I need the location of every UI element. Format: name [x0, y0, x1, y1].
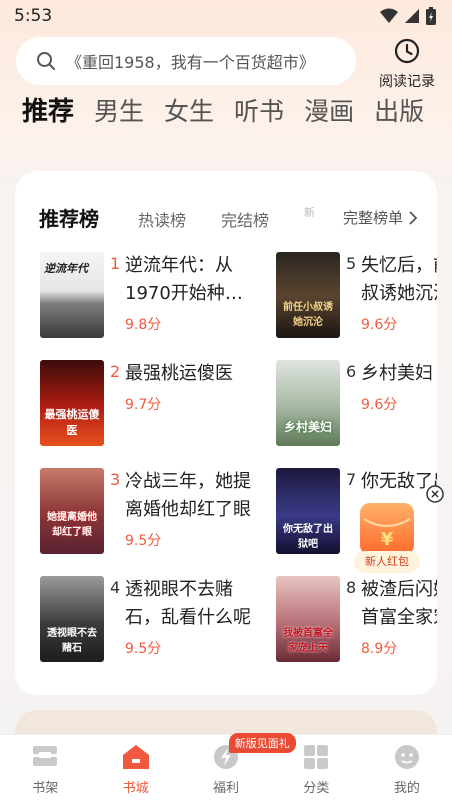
book-cover: 我被首富全家宠上天	[276, 576, 340, 662]
category-icon	[304, 745, 329, 769]
nav-label: 分类	[303, 781, 330, 796]
book-cover: 乡村美妇	[276, 360, 340, 446]
rank-tab-finished[interactable]: 完结榜	[221, 207, 269, 231]
rank-number: 4	[110, 578, 121, 597]
tab-female[interactable]: 女生	[164, 94, 214, 130]
rank-number: 8	[346, 578, 357, 597]
book-score: 8.9分	[361, 641, 398, 657]
book-item-8[interactable]: 我被首富全家宠上天 8 被渣后闪婚，被首富全家宠上天 8.9分	[276, 576, 437, 664]
search-placeholder: 《重回1958，我有一个百货超市》	[66, 53, 315, 72]
reading-history-label: 阅读记录	[379, 74, 435, 90]
book-item-4[interactable]: 透视眼不去赌石 4 透视眼不去赌石，乱看什么呢 9.5分	[40, 576, 251, 664]
rank-number: 2	[110, 362, 121, 381]
ranking-card: 推荐榜 热读榜 完结榜 新 完整榜单 逆流年代 1 逆流年代：从1970开始种田…	[15, 171, 437, 695]
cover-title: 前任小叔诱她沉沦	[283, 302, 333, 328]
book-title: 冷战三年，她提离婚他却红了眼	[125, 471, 251, 520]
tab-recommend[interactable]: 推荐	[22, 94, 74, 130]
status-icons	[380, 7, 436, 25]
search-icon	[37, 52, 55, 70]
rank-number: 3	[110, 470, 121, 489]
nav-label: 书架	[32, 781, 59, 796]
rank-tab-hot[interactable]: 热读榜	[138, 207, 186, 231]
nav-bookstore[interactable]: 书城	[90, 735, 180, 804]
nav-label: 福利	[213, 781, 240, 796]
tab-male[interactable]: 男生	[94, 94, 144, 130]
book-item-3[interactable]: 她提离婚他却红了眼 3 冷战三年，她提离婚他却红了眼 9.5分	[40, 468, 251, 556]
book-item-5[interactable]: 前任小叔诱她沉沦 5 失忆后，前任小叔诱她沉沦 9.6分	[276, 252, 437, 340]
book-title: 透视眼不去赌石，乱看什么呢	[125, 579, 251, 628]
nav-welfare[interactable]: 新版见面礼 福利	[181, 733, 296, 804]
reading-history-button[interactable]: 阅读记录	[374, 38, 440, 91]
tab-publishing[interactable]: 出版	[374, 94, 424, 130]
tab-comics[interactable]: 漫画	[304, 94, 354, 130]
book-score: 9.7分	[125, 397, 162, 413]
bookstore-icon	[122, 745, 149, 769]
rank-tab-recommend[interactable]: 推荐榜	[39, 203, 107, 234]
cover-title: 逆流年代	[44, 262, 88, 275]
rank-number: 5	[346, 254, 357, 273]
new-user-redpack[interactable]: ¥ 新人红包	[354, 485, 444, 577]
full-rank-link[interactable]: 完整榜单	[343, 207, 417, 228]
search-input[interactable]: 《重回1958，我有一个百货超市》	[16, 37, 356, 85]
book-item-2[interactable]: 最强桃运傻医 2 最强桃运傻医 9.7分	[40, 360, 240, 448]
nav-label: 我的	[393, 781, 420, 796]
book-title: 最强桃运傻医	[125, 363, 233, 384]
battery-icon	[426, 7, 436, 25]
nav-profile[interactable]: 我的	[362, 735, 452, 804]
cover-title: 乡村美妇	[283, 420, 332, 434]
signal-icon	[405, 9, 419, 23]
book-cover: 你无敌了出狱吧	[276, 468, 340, 554]
redpack-label: 新人红包	[354, 551, 420, 573]
full-rank-label: 完整榜单	[342, 209, 403, 227]
rank-number: 7	[346, 470, 357, 489]
yuan-icon: ¥	[363, 518, 411, 550]
tab-audiobook[interactable]: 听书	[234, 94, 284, 130]
nav-label: 书城	[122, 781, 149, 796]
book-score: 9.6分	[361, 317, 398, 333]
book-score: 9.6分	[361, 397, 398, 413]
cover-title: 她提离婚他却红了眼	[47, 512, 97, 538]
redpack-icon: ¥	[360, 503, 414, 555]
nav-bookshelf[interactable]: 书架	[0, 735, 90, 804]
cover-title: 你无敌了出狱吧	[283, 524, 333, 550]
clock-icon	[394, 38, 420, 64]
book-title: 乡村美妇	[361, 363, 433, 384]
book-score: 9.5分	[125, 533, 162, 549]
book-title: 失忆后，前任小叔诱她沉沦	[361, 255, 437, 304]
book-score: 9.5分	[125, 641, 162, 657]
svg-text:¥: ¥	[381, 529, 394, 550]
category-tabs: 推荐 男生 女生 听书 漫画 出版	[22, 94, 444, 130]
rank-number: 6	[346, 362, 357, 381]
book-cover: 她提离婚他却红了眼	[40, 468, 104, 554]
book-title: 逆流年代：从1970开始种田…	[125, 255, 233, 304]
nav-category[interactable]: 分类	[271, 735, 361, 804]
status-bar: 5:53	[0, 0, 452, 32]
wifi-icon	[380, 8, 398, 23]
close-icon[interactable]	[426, 485, 444, 503]
book-cover: 前任小叔诱她沉沦	[276, 252, 340, 338]
bottom-nav: 书架 书城 新版见面礼 福利 分类 我的	[0, 733, 452, 804]
book-cover: 最强桃运傻医	[40, 360, 104, 446]
rank-number: 1	[110, 254, 121, 273]
cover-title: 我被首富全家宠上天	[283, 628, 333, 654]
book-item-6[interactable]: 乡村美妇 6 乡村美妇 9.6分	[276, 360, 437, 448]
book-item-1[interactable]: 逆流年代 1 逆流年代：从1970开始种田… 9.8分	[40, 252, 240, 340]
book-cover: 逆流年代	[40, 252, 104, 338]
cover-title: 最强桃运傻医	[44, 408, 100, 437]
cover-title: 透视眼不去赌石	[47, 628, 97, 654]
status-time: 5:53	[14, 6, 53, 26]
book-cover: 透视眼不去赌石	[40, 576, 104, 662]
rank-tab-new[interactable]: 新	[304, 207, 314, 219]
chevron-right-icon	[409, 210, 417, 225]
rank-tab-recommend-label: 推荐榜	[39, 207, 99, 231]
book-title: 被渣后闪婚，被首富全家宠上天	[361, 579, 437, 628]
profile-icon	[394, 745, 419, 769]
book-score: 9.8分	[125, 317, 162, 333]
bookshelf-icon	[33, 746, 58, 766]
